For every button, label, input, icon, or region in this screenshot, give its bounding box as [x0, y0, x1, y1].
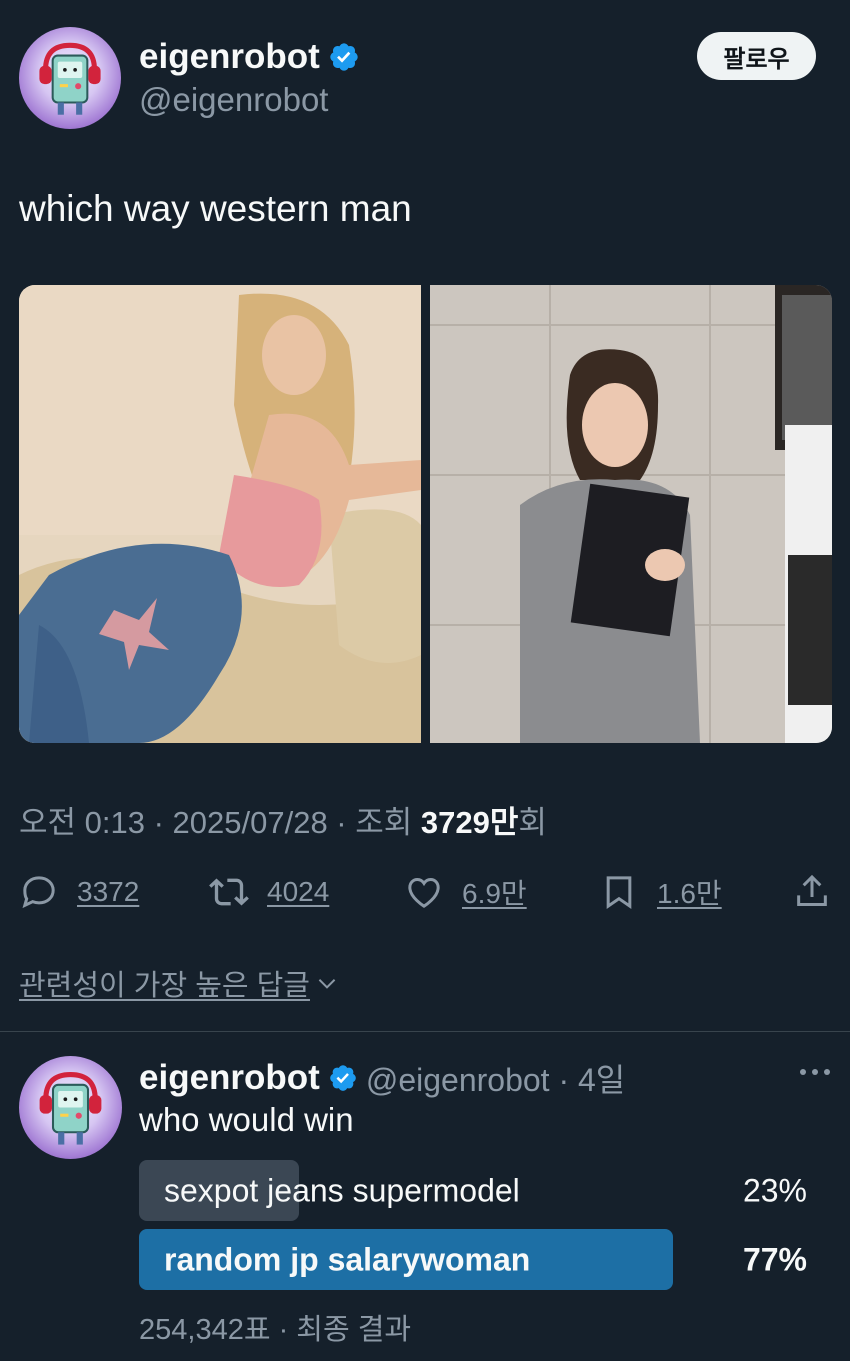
share-icon [797, 874, 827, 906]
more-icon[interactable] [797, 1060, 833, 1084]
author-avatar[interactable] [19, 27, 121, 129]
poll-option-1: sexpot jeans supermodel 23% [139, 1160, 819, 1221]
retweet-count: 4024 [267, 876, 330, 907]
bookmark-count: 1.6만 [657, 878, 722, 909]
retweet-action[interactable]: 4024 [209, 866, 329, 918]
poll-option-2-percent: 77% [742, 1241, 807, 1277]
tweet-timestamp[interactable]: 오전 0:13 · 2025/07/28 · 조회 [19, 805, 421, 840]
author-display-name[interactable]: eigenrobot [139, 37, 320, 77]
tweet-page: eigenrobot @eigenrobot 팔로우 which way wes… [0, 0, 850, 1361]
replies-sort-dropdown[interactable]: 관련성이 가장 높은 답글 [19, 962, 340, 1004]
views-suffix: 회 [518, 805, 547, 840]
poll-option-2: random jp salarywoman 77% [139, 1229, 819, 1290]
poll-option-2-label: random jp salarywoman [164, 1241, 531, 1277]
author-handle[interactable]: @eigenrobot [139, 81, 328, 119]
tweet-photo-2[interactable] [430, 285, 832, 743]
bookmark-action[interactable]: 1.6만 [599, 866, 722, 918]
reply-action[interactable]: 3372 [19, 866, 139, 918]
reply-handle-time[interactable]: @eigenrobot · 4일 [366, 1055, 625, 1101]
like-icon [408, 877, 440, 908]
like-action[interactable]: 6.9만 [404, 866, 527, 918]
reply-author-name[interactable]: eigenrobot [139, 1058, 320, 1098]
robot-avatar-image [39, 1071, 102, 1145]
divider [0, 1031, 850, 1032]
verified-badge-icon [330, 1065, 356, 1091]
retweet-icon [209, 878, 249, 906]
poll-option-1-label: sexpot jeans supermodel [164, 1172, 520, 1208]
reply-author-avatar[interactable] [19, 1056, 122, 1159]
replies-sort-label: 관련성이 가장 높은 답글 [19, 970, 310, 1002]
author-name-row[interactable]: eigenrobot [139, 37, 360, 77]
photo-jeans-model [19, 285, 421, 743]
tweet-meta: 오전 0:13 · 2025/07/28 · 조회 3729만회 [19, 797, 547, 842]
reply-text: who would win [139, 1101, 354, 1138]
robot-avatar-image [39, 42, 101, 115]
bookmark-icon [606, 876, 632, 910]
like-count: 6.9만 [462, 878, 527, 909]
verified-badge-icon [330, 43, 358, 71]
reply-count: 3372 [77, 876, 140, 907]
views-count: 3729만 [420, 805, 519, 840]
reply-icon [22, 876, 55, 909]
tweet-text: which way western man [19, 188, 412, 229]
share-action[interactable] [792, 866, 832, 918]
follow-button[interactable]: 팔로우 [697, 32, 816, 80]
photo-salarywoman [430, 285, 832, 743]
chevron-down-icon [318, 979, 336, 989]
reply-author-row: eigenrobot @eigenrobot · 4일 [139, 1055, 625, 1101]
poll-footer: 254,342표 · 최종 결과 [139, 1314, 412, 1346]
poll-option-1-percent: 23% [742, 1172, 807, 1208]
tweet-photo-1[interactable] [19, 285, 421, 743]
